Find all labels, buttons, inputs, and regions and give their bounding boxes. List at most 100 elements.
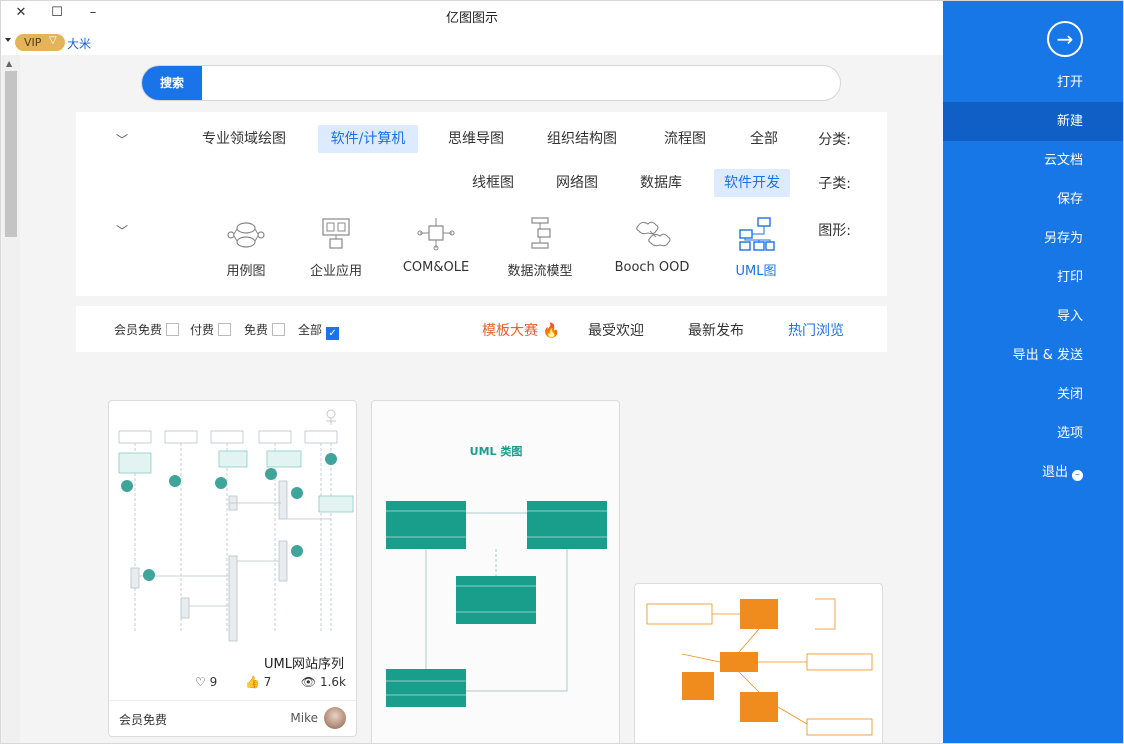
sort-bar: 会员免费 付费 免费 全部 ✓ 模板大赛 🔥 最受欢迎 最新发布 热门浏览 [76,306,887,352]
eye-icon: 👁 [300,675,317,689]
template-thumbnail [118,409,354,642]
checkbox-box[interactable] [218,323,232,336]
category-row: ﹀ 专业领域绘图 软件/计算机 思维导图 组织结构图 流程图 全部 分类: [76,125,887,155]
template-thumbnail [646,598,873,736]
search-bar: 搜索 [141,65,841,101]
exit-icon: – [1072,470,1083,481]
shape-label-title: 图形: [818,223,851,239]
template-card[interactable] [634,583,883,743]
category-flowchart[interactable]: 流程图 [662,125,708,153]
card-title[interactable]: UML网站序列 [264,653,344,672]
shape-booch[interactable]: Booch OOD [612,216,692,275]
com-ole-icon [417,218,455,251]
scroll-up-arrow-icon[interactable]: ▲ [6,59,12,68]
likes-value: 7 [263,675,272,689]
user-bar: VIP ▽ 大米 [1,31,943,55]
search-input[interactable] [204,66,834,100]
menu-import[interactable]: 导入 [943,297,1123,336]
sort-newest[interactable]: 最新发布 [688,320,744,340]
checkbox-box[interactable] [272,323,286,336]
category-pro-domain[interactable]: 专业领域绘图 [202,125,286,153]
sort-most-popular[interactable]: 最受欢迎 [588,320,644,340]
subcategory-wireframe[interactable]: 线框图 [468,169,518,197]
checkbox-all[interactable]: 全部 ✓ [298,321,340,340]
booch-cloud-icon [636,221,671,247]
shape-label: Booch OOD [614,260,690,275]
dropdown-caret-icon[interactable] [5,38,11,42]
subcategory-network[interactable]: 网络图 [552,169,602,197]
dataflow-icon [531,217,551,249]
subcategory-label: 子类: [818,176,851,192]
subcategory-database[interactable]: 数据库 [636,169,686,197]
shape-dataflow[interactable]: 数据流模型 [500,216,580,279]
shape-com-ole[interactable]: COM&OLE [396,216,476,275]
menu-cloud-docs[interactable]: 云文档 [943,141,1123,180]
template-card[interactable]: UML 类图 [371,400,620,743]
vip-badge[interactable]: VIP [15,34,65,51]
category-orgchart[interactable]: 组织结构图 [544,125,620,153]
menu-open[interactable]: 打开 [943,63,1123,102]
subcategory-row: 线框图 网络图 数据库 软件开发 子类: [76,169,887,199]
collapse-chevron-icon[interactable]: ﹀ [116,131,128,148]
title-bar: ✕ ☐ – 亿图图示 [1,1,943,31]
checkbox-paid[interactable]: 付费 [190,321,232,338]
template-thumbnail: UML 类图 [386,444,607,707]
sort-hot-views[interactable]: 热门浏览 [788,320,844,340]
shape-usecase[interactable]: 用例图 [206,216,286,279]
uml-diagram-icon [739,217,775,251]
category-mindmap[interactable]: 思维导图 [446,125,506,153]
menu-export-send[interactable]: 导出 & 发送 [943,336,1123,375]
filter-panel: ﹀ 专业领域绘图 软件/计算机 思维导图 组织结构图 流程图 全部 分类: 线框… [76,112,887,296]
menu-new[interactable]: 新建 [943,102,1123,141]
menu-exit-label: 退出 [1041,465,1068,480]
scroll-thumb[interactable] [5,71,17,237]
thumbs-up-icon: 👍 [245,675,260,689]
shape-label: UML图 [735,264,777,279]
search-button[interactable]: 搜索 [142,66,202,100]
shape-label: COM&OLE [402,260,470,275]
menu-exit[interactable]: 退出 – [943,453,1123,492]
checkbox-label: 会员免费 [114,323,163,337]
menu-save[interactable]: 保存 [943,180,1123,219]
author-name: Mike [290,711,318,725]
collapse-chevron-icon[interactable]: ﹀ [116,222,128,239]
shape-enterprise[interactable]: 企业应用 [296,216,376,279]
category-software[interactable]: 软件/计算机 [318,125,418,153]
favs-value: 9 [209,675,218,689]
back-arrow-icon[interactable]: → [1047,21,1083,57]
menu-close[interactable]: 关闭 [943,375,1123,414]
menu-options[interactable]: 选项 [943,414,1123,453]
sort-template-contest[interactable]: 模板大赛 🔥 [482,320,560,340]
checkbox-free[interactable]: 免费 [244,321,286,338]
file-menu-sidebar: → 打开 新建 云文档 保存 另存为 打印 导入 导出 & 发送 关闭 选项 退… [943,1,1123,743]
usecase-icon [227,222,265,248]
checkbox-label: 付费 [190,323,215,337]
template-card[interactable]: UML网站序列 👁 1.6k 👍 7 ♡ 9 Mike 会员免费 [108,400,357,737]
view-count: 👁 1.6k [301,675,346,689]
check-icon[interactable]: ✓ [326,327,340,340]
shape-uml[interactable]: UML图 [716,216,796,279]
username[interactable]: 大米 [67,35,91,52]
vertical-scrollbar[interactable]: ▲ [2,55,20,743]
app-window: ✕ ☐ – 亿图图示 VIP ▽ 大米 ▲ 搜索 ﹀ 专业领域绘图 软件/计算机… [0,0,1124,744]
enterprise-app-icon [322,218,350,249]
shape-label: 企业应用 [309,264,362,279]
subcategory-software-dev[interactable]: 软件开发 [714,169,790,197]
shape-label: 用例图 [226,264,266,279]
fire-icon: 🔥 [542,323,560,339]
card-footer: Mike 会员免费 [109,700,356,736]
thumbnail-title: UML 类图 [470,444,523,458]
window-title: 亿图图示 [445,11,498,26]
like-count[interactable]: 👍 7 [245,675,271,689]
shape-row: ﹀ 用例图 企业应用 COM&OLE 数据流模型 Booch OOD UML图 … [76,216,887,288]
checkbox-member-free[interactable]: 会员免费 [114,321,180,338]
fav-count[interactable]: ♡ 9 [195,675,217,689]
checkbox-box[interactable] [166,323,180,336]
category-all[interactable]: 全部 [744,125,784,153]
shape-label: 数据流模型 [507,264,573,279]
checkbox-label: 全部 [298,323,323,337]
price-tag: 会员免费 [119,713,168,727]
heart-icon: ♡ [195,675,206,689]
menu-save-as[interactable]: 另存为 [943,219,1123,258]
menu-print[interactable]: 打印 [943,258,1123,297]
